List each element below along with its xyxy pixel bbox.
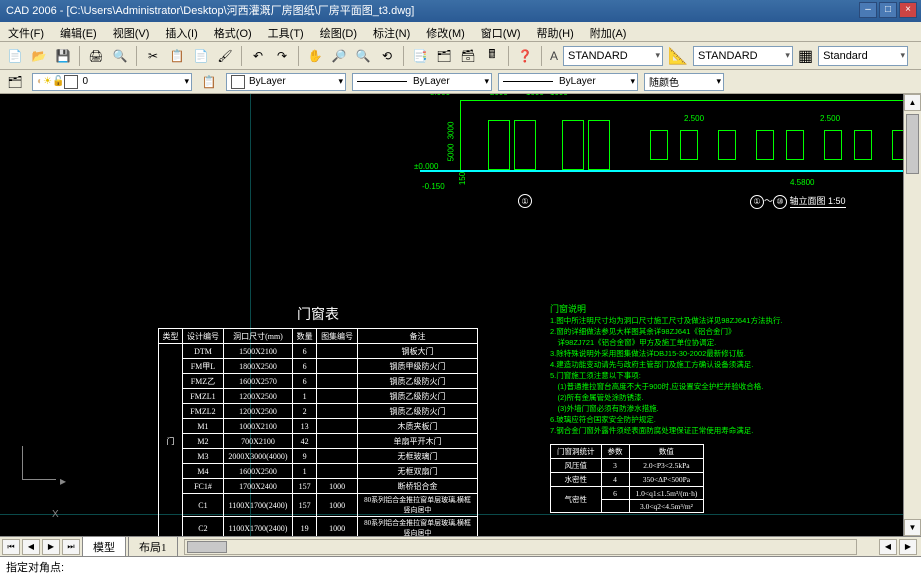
dim-150: 150 [458, 172, 467, 185]
menu-draw[interactable]: 绘图(D) [312, 22, 365, 41]
dim-below: -0.150 [422, 182, 445, 191]
properties-toolbar: 🗂 ◐☀🔓 0 📋 ByLayer ByLayer ByLayer 随颜色 [0, 70, 921, 94]
menu-insert[interactable]: 插入(I) [157, 22, 205, 41]
menu-file[interactable]: 文件(F) [0, 22, 52, 41]
tab-layout1[interactable]: 布局1 [128, 536, 178, 557]
hscroll-thumb[interactable] [187, 541, 227, 553]
layout-tabs: ⏮ ◀ ▶ ⏭ 模型 布局1 ◀ ▶ [0, 536, 921, 556]
menu-view[interactable]: 视图(V) [105, 22, 158, 41]
window-controls: – □ × [859, 2, 917, 18]
dim-5000: 5.000 [430, 94, 450, 97]
match-icon[interactable]: 🖌 [214, 45, 236, 67]
elevation-drawing: 5.000 2000 1000 1000 3000 5000 2.500 2.5… [420, 94, 903, 210]
paste-icon[interactable]: 📄 [190, 45, 212, 67]
zoom-rt-icon[interactable]: 🔎 [328, 45, 350, 67]
tab-next-icon[interactable]: ▶ [42, 539, 60, 555]
properties-icon[interactable]: 📑 [409, 45, 431, 67]
app-title: CAD 2006 - [C:\Users\Administrator\Deskt… [6, 5, 414, 17]
command-line[interactable]: 指定对角点: [0, 556, 921, 576]
dim-5000v: 5000 [446, 144, 455, 162]
tab-prev-icon[interactable]: ◀ [22, 539, 40, 555]
color-value: ByLayer [249, 76, 286, 87]
tab-model[interactable]: 模型 [82, 536, 126, 557]
menu-window[interactable]: 窗口(W) [473, 22, 529, 41]
axis-1-left: ① [518, 194, 532, 208]
new-icon[interactable]: 📄 [4, 45, 26, 67]
copy-icon[interactable]: 📋 [166, 45, 188, 67]
zoom-prev-icon[interactable]: ⟲ [376, 45, 398, 67]
table-title: 门窗表 [158, 304, 478, 324]
menu-edit[interactable]: 编辑(E) [52, 22, 105, 41]
standard-toolbar: 📄 📂 💾 🖨 🔍 ✂ 📋 📄 🖌 ↶ ↷ ✋ 🔎 🔍 ⟲ 📑 🗂 🗃 🖩 ❓ … [0, 42, 921, 70]
tablestyle-icon: ▦ [798, 46, 813, 66]
hscroll-left-icon[interactable]: ◀ [879, 539, 897, 555]
redo-icon[interactable]: ↷ [271, 45, 293, 67]
menu-addon[interactable]: 附加(A) [582, 22, 635, 41]
dim-ground: ±0.000 [414, 162, 438, 171]
cut-icon[interactable]: ✂ [142, 45, 164, 67]
print-icon[interactable]: 🖨 [85, 45, 107, 67]
command-prompt: 指定对角点: [6, 562, 64, 574]
undo-icon[interactable]: ↶ [247, 45, 269, 67]
vertical-scrollbar[interactable]: ▲ ▼ [903, 94, 921, 536]
layer-prop-icon[interactable]: 🗂 [4, 71, 26, 93]
menu-bar: 文件(F) 编辑(E) 视图(V) 插入(I) 格式(O) 工具(T) 绘图(D… [0, 22, 921, 42]
notes-block: 门窗说明 1.图中所注明尺寸均为洞口尺寸施工尺寸及做法详见98ZJ641方法执行… [550, 304, 890, 436]
dim-1000a: 1000 [526, 94, 544, 97]
tab-last-icon[interactable]: ⏭ [62, 539, 80, 555]
table-style-dropdown[interactable]: Standard [818, 46, 908, 66]
text-style-dropdown[interactable]: STANDARD [563, 46, 663, 66]
menu-dimension[interactable]: 标注(N) [365, 22, 418, 41]
dw-table-grid: 类型设计编号 洞口尺寸(mm)数量 图集编号备注 门DTM1500X21006钢… [158, 328, 478, 536]
layer-name: 0 [82, 76, 88, 87]
dim-style-dropdown[interactable]: STANDARD [693, 46, 793, 66]
tool-pal-icon[interactable]: 🗃 [457, 45, 479, 67]
menu-tools[interactable]: 工具(T) [260, 22, 312, 41]
horizontal-scrollbar[interactable] [184, 539, 858, 555]
plotstyle-value: 随颜色 [649, 74, 679, 89]
calc-icon[interactable]: 🖩 [481, 45, 503, 67]
textstyle-icon: A [550, 49, 558, 63]
dim-2000: 2000 [490, 94, 508, 97]
maximize-button[interactable]: □ [879, 2, 897, 18]
notes-title: 门窗说明 [550, 304, 890, 315]
door-window-table: 门窗表 类型设计编号 洞口尺寸(mm)数量 图集编号备注 门DTM1500X21… [158, 304, 478, 536]
scroll-thumb[interactable] [906, 114, 919, 174]
zoom-win-icon[interactable]: 🔍 [352, 45, 374, 67]
pan-icon[interactable]: ✋ [304, 45, 326, 67]
drawing-canvas[interactable]: 5.000 2000 1000 1000 3000 5000 2.500 2.5… [0, 94, 903, 536]
minimize-button[interactable]: – [859, 2, 877, 18]
load-table: 门窗洞统计参数数值 风压值32.0<P3<2.5kPa 水密性4350<ΔP<5… [550, 444, 704, 513]
title-bar: CAD 2006 - [C:\Users\Administrator\Deskt… [0, 0, 921, 22]
layer-dropdown[interactable]: ◐☀🔓 0 [32, 73, 192, 91]
scroll-down-icon[interactable]: ▼ [904, 519, 921, 536]
plotstyle-dropdown[interactable]: 随颜色 [644, 73, 724, 91]
layer-mgr-icon[interactable]: 📋 [198, 71, 220, 93]
lineweight-dropdown[interactable]: ByLayer [498, 73, 638, 91]
dim-3000: 3000 [446, 122, 455, 140]
preview-icon[interactable]: 🔍 [109, 45, 131, 67]
dim-1000b: 1000 [550, 94, 568, 97]
tab-first-icon[interactable]: ⏮ [2, 539, 20, 555]
dim-4580: 4.5800 [790, 178, 814, 187]
menu-help[interactable]: 帮助(H) [529, 22, 582, 41]
open-icon[interactable]: 📂 [28, 45, 50, 67]
dcenter-icon[interactable]: 🗂 [433, 45, 455, 67]
linetype-dropdown[interactable]: ByLayer [352, 73, 492, 91]
dim-2500a: 2.500 [684, 114, 704, 123]
save-icon[interactable]: 💾 [52, 45, 74, 67]
hscroll-right-icon[interactable]: ▶ [899, 539, 917, 555]
menu-modify[interactable]: 修改(M) [418, 22, 473, 41]
linetype-value: ByLayer [413, 76, 450, 87]
help-icon[interactable]: ❓ [514, 45, 536, 67]
dim-2500b: 2.500 [820, 114, 840, 123]
axis-caption: ①～⑩ 轴立面图 1:50 [750, 194, 846, 209]
scroll-up-icon[interactable]: ▲ [904, 94, 921, 111]
dimstyle-icon: 📐 [668, 46, 688, 66]
color-dropdown[interactable]: ByLayer [226, 73, 346, 91]
lineweight-value: ByLayer [559, 76, 596, 87]
close-button[interactable]: × [899, 2, 917, 18]
menu-format[interactable]: 格式(O) [206, 22, 260, 41]
